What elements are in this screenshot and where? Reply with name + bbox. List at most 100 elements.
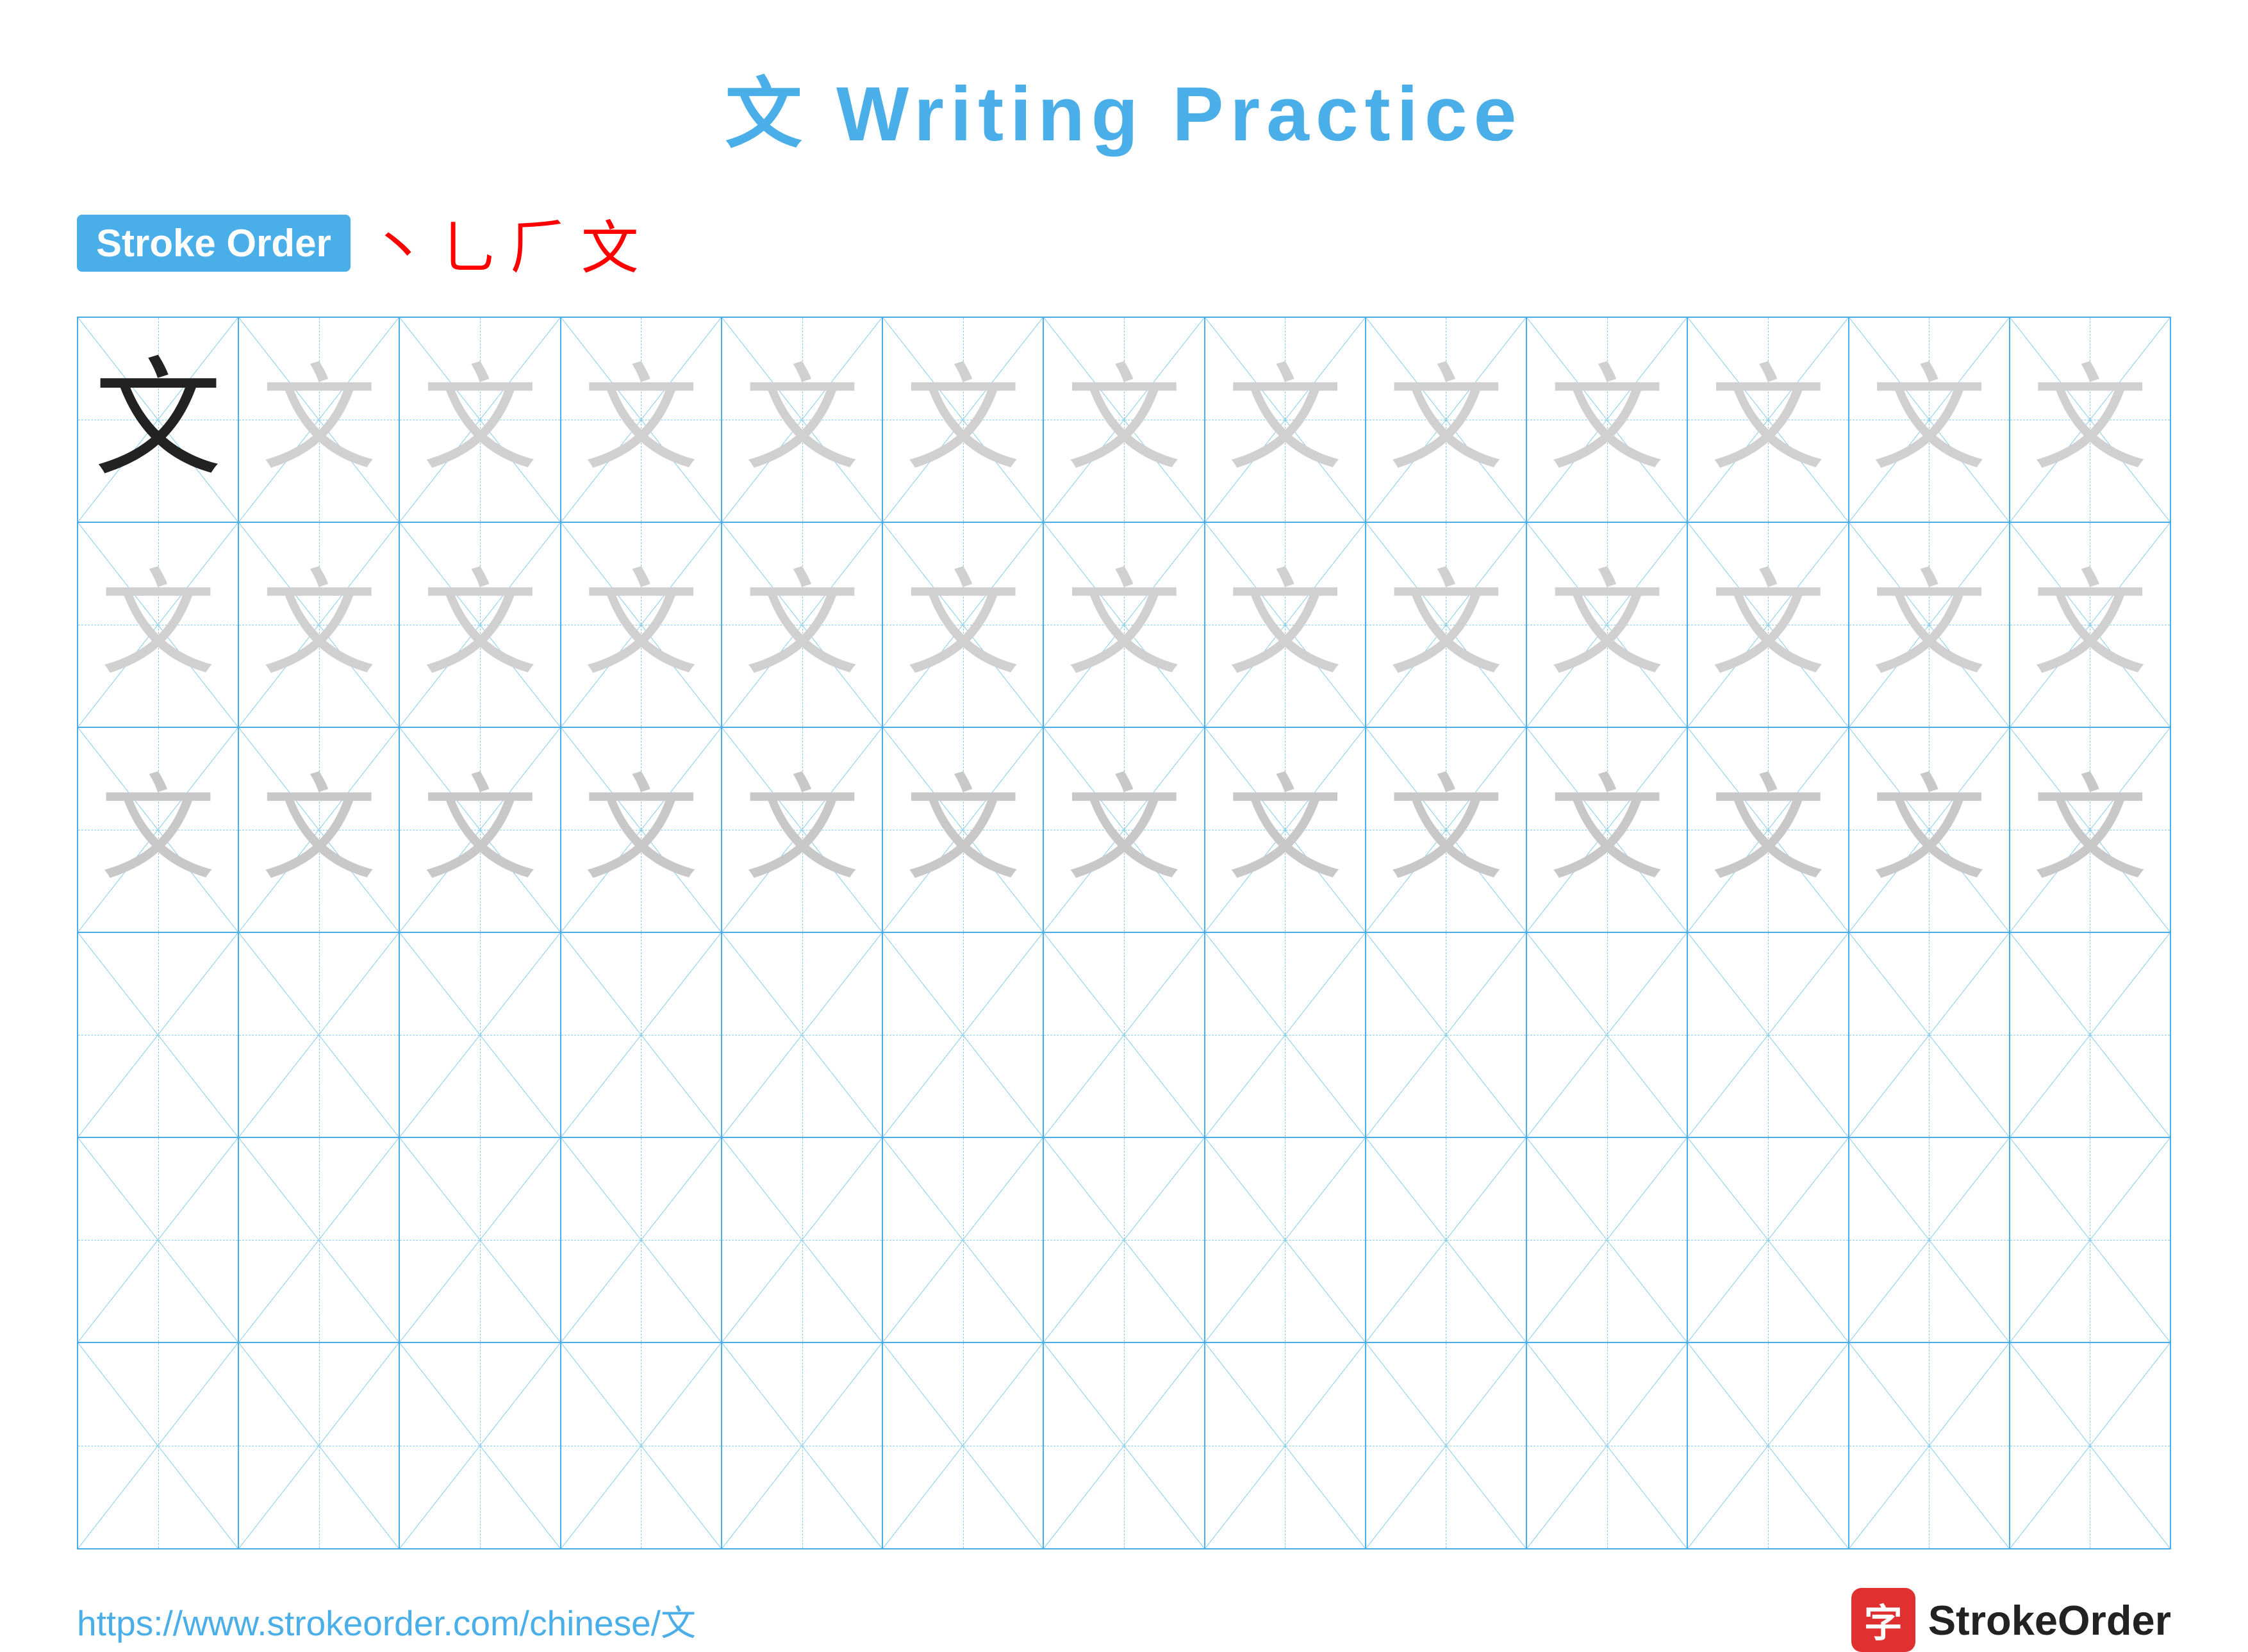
grid-cell[interactable] (400, 1343, 561, 1548)
grid-cell[interactable]: 文 (883, 318, 1044, 522)
grid-cell[interactable] (1044, 1343, 1205, 1548)
practice-char-ghost: 文 (1227, 772, 1343, 888)
grid-cell[interactable] (561, 933, 722, 1137)
grid-cell[interactable]: 文 (78, 728, 239, 932)
practice-char-ghost: 文 (2032, 772, 2147, 888)
grid-cell[interactable] (1688, 933, 1849, 1137)
grid-cell[interactable] (883, 933, 1044, 1137)
grid-cell[interactable] (1205, 933, 1366, 1137)
grid-cell[interactable]: 文 (1688, 523, 1849, 727)
grid-cell[interactable]: 文 (239, 318, 400, 522)
grid-row-6 (78, 1343, 2170, 1548)
grid-cell[interactable] (239, 1343, 400, 1548)
grid-cell[interactable]: 文 (78, 318, 239, 522)
grid-cell[interactable] (722, 1343, 883, 1548)
grid-cell[interactable] (2010, 1343, 2170, 1548)
grid-cell[interactable]: 文 (1849, 523, 2010, 727)
grid-cell[interactable] (722, 1138, 883, 1342)
practice-char-ghost: 文 (1388, 362, 1503, 477)
grid-cell[interactable] (1205, 1343, 1366, 1548)
practice-char-ghost: 文 (422, 772, 538, 888)
grid-cell[interactable]: 文 (1527, 523, 1688, 727)
practice-char-ghost: 文 (1066, 362, 1182, 477)
grid-cell[interactable]: 文 (1688, 318, 1849, 522)
grid-cell[interactable]: 文 (2010, 523, 2170, 727)
grid-cell[interactable]: 文 (561, 728, 722, 932)
practice-char-ghost: 文 (1227, 362, 1343, 477)
grid-row-3: 文 文 文 文 文 文 文 文 文 文 文 文 文 (78, 728, 2170, 933)
grid-cell[interactable]: 文 (78, 523, 239, 727)
grid-cell[interactable]: 文 (1366, 318, 1527, 522)
grid-cell[interactable]: 文 (1849, 728, 2010, 932)
grid-cell[interactable] (2010, 1138, 2170, 1342)
grid-cell[interactable] (1044, 1138, 1205, 1342)
grid-cell[interactable] (722, 933, 883, 1137)
stroke-order-badge: Stroke Order (77, 215, 351, 272)
grid-cell[interactable] (400, 933, 561, 1137)
practice-char-ghost: 文 (583, 362, 698, 477)
grid-cell[interactable] (1849, 1138, 2010, 1342)
grid-cell[interactable] (1366, 1138, 1527, 1342)
grid-cell[interactable]: 文 (239, 728, 400, 932)
grid-cell[interactable] (561, 1343, 722, 1548)
practice-char-ghost: 文 (1066, 772, 1182, 888)
grid-cell[interactable]: 文 (561, 523, 722, 727)
grid-cell[interactable] (1205, 1138, 1366, 1342)
grid-cell[interactable]: 文 (722, 523, 883, 727)
grid-cell[interactable] (1688, 1343, 1849, 1548)
grid-cell[interactable]: 文 (1044, 728, 1205, 932)
grid-cell[interactable] (1527, 933, 1688, 1137)
grid-cell[interactable]: 文 (400, 728, 561, 932)
practice-char-ghost: 文 (1550, 567, 1665, 682)
grid-cell[interactable] (2010, 933, 2170, 1137)
title-text: Writing Practice (836, 71, 1523, 157)
stroke-sequence: 丶 ⺃ 𠂆 文 (370, 201, 639, 285)
grid-cell[interactable] (78, 1343, 239, 1548)
grid-cell[interactable]: 文 (1205, 318, 1366, 522)
grid-cell[interactable] (1527, 1343, 1688, 1548)
grid-cell[interactable] (883, 1343, 1044, 1548)
grid-cell[interactable]: 文 (561, 318, 722, 522)
grid-cell[interactable] (239, 933, 400, 1137)
grid-cell[interactable]: 文 (1688, 728, 1849, 932)
grid-cell[interactable]: 文 (1849, 318, 2010, 522)
grid-cell[interactable]: 文 (883, 728, 1044, 932)
grid-cell[interactable]: 文 (1044, 318, 1205, 522)
grid-cell[interactable] (1366, 1343, 1527, 1548)
grid-cell[interactable]: 文 (722, 318, 883, 522)
grid-cell[interactable]: 文 (883, 523, 1044, 727)
grid-cell[interactable]: 文 (1044, 523, 1205, 727)
footer-url[interactable]: https://www.strokeorder.com/chinese/文 (77, 1594, 696, 1646)
grid-cell[interactable]: 文 (1205, 523, 1366, 727)
practice-char-ghost: 文 (1710, 772, 1826, 888)
grid-cell[interactable]: 文 (1527, 728, 1688, 932)
grid-cell[interactable]: 文 (400, 318, 561, 522)
page: 文 Writing Practice Stroke Order 丶 ⺃ 𠂆 文 … (0, 0, 2248, 1589)
grid-cell[interactable]: 文 (1205, 728, 1366, 932)
grid-cell[interactable]: 文 (2010, 318, 2170, 522)
grid-cell[interactable] (1688, 1138, 1849, 1342)
grid-cell[interactable] (1849, 933, 2010, 1137)
grid-cell[interactable] (78, 933, 239, 1137)
grid-cell[interactable] (1849, 1343, 2010, 1548)
practice-char-ghost: 文 (1550, 772, 1665, 888)
grid-cell[interactable] (1527, 1138, 1688, 1342)
practice-char-ghost: 文 (2032, 362, 2147, 477)
grid-cell[interactable] (883, 1138, 1044, 1342)
grid-cell[interactable]: 文 (1527, 318, 1688, 522)
practice-char-ghost: 文 (422, 362, 538, 477)
grid-cell[interactable]: 文 (1366, 728, 1527, 932)
grid-cell[interactable] (78, 1138, 239, 1342)
grid-cell[interactable]: 文 (400, 523, 561, 727)
grid-cell[interactable]: 文 (239, 523, 400, 727)
grid-cell[interactable] (239, 1138, 400, 1342)
grid-cell[interactable] (1044, 933, 1205, 1137)
grid-cell[interactable] (1366, 933, 1527, 1137)
practice-char-ghost: 文 (745, 567, 860, 682)
grid-cell[interactable] (400, 1138, 561, 1342)
footer-brand: 字 StrokeOrder (1851, 1588, 2171, 1652)
grid-cell[interactable] (561, 1138, 722, 1342)
grid-cell[interactable]: 文 (2010, 728, 2170, 932)
grid-cell[interactable]: 文 (1366, 523, 1527, 727)
grid-cell[interactable]: 文 (722, 728, 883, 932)
